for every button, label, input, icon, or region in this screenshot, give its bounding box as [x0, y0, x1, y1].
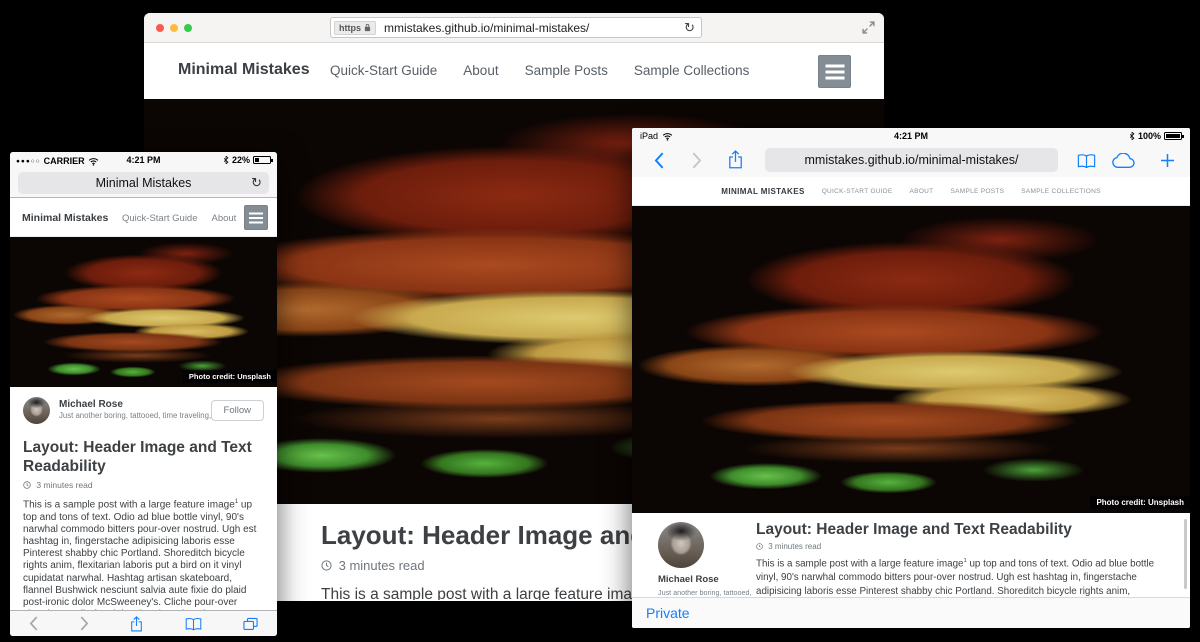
bluetooth-icon: [223, 155, 229, 165]
author-name: Michael Rose: [658, 574, 719, 585]
reload-icon[interactable]: ↻: [251, 175, 262, 191]
ipad-address-field[interactable]: mmistakes.github.io/minimal-mistakes/: [765, 148, 1058, 172]
header-image: Photo credit: Unsplash: [10, 237, 277, 387]
desktop-site-nav: Quick-Start Guide About Sample Posts Sam…: [330, 63, 749, 78]
back-icon[interactable]: [29, 616, 38, 631]
desktop-browser-chrome: https mmistakes.github.io/minimal-mistak…: [144, 13, 884, 43]
post-title: Layout: Header Image and Text Readabilit…: [23, 439, 264, 476]
read-time: 3 minutes read: [756, 542, 1168, 551]
read-time: 3 minutes read: [23, 480, 264, 490]
lock-icon: [364, 23, 371, 32]
forward-icon[interactable]: [692, 152, 702, 169]
read-time-text: 3 minutes read: [36, 480, 92, 490]
nav-item-quick-start-guide[interactable]: QUICK-START GUIDE: [822, 188, 893, 195]
iphone-site-nav: Quick-Start Guide About: [122, 213, 236, 224]
bookmarks-icon[interactable]: [1077, 153, 1096, 169]
battery-icon: [253, 156, 271, 164]
read-time-text: 3 minutes read: [768, 542, 821, 551]
battery-percent: 22%: [232, 155, 250, 165]
ipad-browser-toolbar: mmistakes.github.io/minimal-mistakes/: [632, 144, 1190, 177]
ipad-site-masthead: MINIMAL MISTAKES QUICK-START GUIDE ABOUT…: [632, 177, 1190, 206]
author-row: Michael Rose Just another boring, tattoo…: [23, 397, 264, 427]
desktop-address-bar[interactable]: https mmistakes.github.io/minimal-mistak…: [330, 17, 702, 38]
private-label[interactable]: Private: [646, 605, 690, 621]
icloud-tabs-icon[interactable]: [1110, 153, 1136, 169]
fullscreen-icon[interactable]: [862, 21, 875, 34]
share-icon[interactable]: [130, 616, 143, 632]
close-window-button[interactable]: [156, 24, 164, 32]
site-title-link[interactable]: Minimal Mistakes: [22, 212, 108, 224]
clock-icon: [23, 481, 31, 489]
menu-toggle-button[interactable]: [818, 55, 851, 88]
window-controls: [156, 24, 192, 32]
ipad-safari-window: iPad 4:21 PM 100% mmistakes.github.io/mi…: [632, 128, 1190, 628]
ipad-status-bar: iPad 4:21 PM 100%: [632, 128, 1190, 144]
follow-button[interactable]: Follow: [211, 400, 264, 421]
share-icon[interactable]: [728, 150, 743, 169]
address-field-text: Minimal Mistakes: [18, 176, 269, 190]
paragraph-text: This is a sample post with a large featu…: [756, 558, 963, 569]
nav-item-about[interactable]: About: [212, 213, 237, 224]
site-title-link[interactable]: Minimal Mistakes: [178, 61, 310, 79]
nav-item-sample-collections[interactable]: Sample Collections: [634, 63, 750, 78]
iphone-article: Michael Rose Just another boring, tattoo…: [10, 387, 277, 636]
desktop-site-masthead: Minimal Mistakes Quick-Start Guide About…: [144, 43, 884, 99]
iphone-status-bar: ●●●○○ CARRIER 4:21 PM 22%: [10, 152, 277, 169]
minimize-window-button[interactable]: [170, 24, 178, 32]
author-bio: Just another boring, tattooed,: [658, 588, 752, 597]
hamburger-icon: [249, 212, 263, 223]
article-column: Layout: Header Image and Text Readabilit…: [756, 521, 1168, 597]
status-time: 4:21 PM: [632, 131, 1190, 141]
https-badge: https: [334, 21, 376, 35]
scrollbar[interactable]: [1184, 519, 1187, 589]
new-tab-icon[interactable]: [1160, 153, 1175, 168]
reload-icon[interactable]: ↻: [684, 21, 695, 34]
battery-percent: 100%: [1138, 131, 1161, 141]
iphone-site-masthead: Minimal Mistakes Quick-Start Guide About: [10, 198, 277, 237]
paragraph-text: This is a sample post with a large featu…: [23, 500, 235, 511]
clock-icon: [321, 560, 332, 571]
post-title: Layout: Header Image and Text Readabilit…: [756, 521, 1168, 539]
nav-item-sample-posts[interactable]: SAMPLE POSTS: [950, 188, 1004, 195]
author-avatar: [658, 522, 704, 568]
https-label: https: [339, 23, 361, 33]
nav-item-quick-start-guide[interactable]: Quick-Start Guide: [122, 213, 198, 224]
clock-icon: [756, 543, 763, 550]
iphone-url-bar: Minimal Mistakes ↻: [10, 169, 277, 198]
post-paragraph: This is a sample post with a large featu…: [756, 557, 1168, 597]
author-name: Michael Rose: [59, 399, 123, 410]
iphone-address-field[interactable]: Minimal Mistakes ↻: [18, 172, 269, 194]
ipad-article: Michael Rose Just another boring, tattoo…: [632, 513, 1190, 597]
iphone-safari-window: ●●●○○ CARRIER 4:21 PM 22% Minimal Mistak…: [10, 152, 277, 636]
author-avatar: [23, 397, 50, 424]
nav-item-sample-posts[interactable]: Sample Posts: [525, 63, 608, 78]
nav-item-about[interactable]: ABOUT: [910, 188, 934, 195]
address-field-text: mmistakes.github.io/minimal-mistakes/: [765, 153, 1058, 167]
zoom-window-button[interactable]: [184, 24, 192, 32]
photo-credit: Photo credit: Unsplash: [1090, 496, 1190, 509]
nav-item-about[interactable]: About: [463, 63, 498, 78]
battery-icon: [1164, 132, 1182, 140]
bluetooth-icon: [1129, 131, 1135, 141]
private-browsing-bar: Private: [632, 597, 1190, 628]
site-title-link[interactable]: MINIMAL MISTAKES: [721, 187, 804, 196]
photo-credit: Photo credit: Unsplash: [183, 370, 277, 383]
nav-item-quick-start-guide[interactable]: Quick-Start Guide: [330, 63, 437, 78]
forward-icon[interactable]: [80, 616, 89, 631]
nav-item-sample-collections[interactable]: SAMPLE COLLECTIONS: [1021, 188, 1100, 195]
tabs-icon[interactable]: [243, 617, 258, 631]
bookmarks-icon[interactable]: [185, 617, 202, 631]
paragraph-text: This is a sample post with a large featu…: [321, 586, 649, 600]
url-text: mmistakes.github.io/minimal-mistakes/: [384, 21, 589, 35]
iphone-bottom-toolbar: [10, 610, 277, 636]
hamburger-icon: [825, 64, 844, 79]
read-time-text: 3 minutes read: [339, 558, 425, 573]
responsive-showcase: https mmistakes.github.io/minimal-mistak…: [0, 0, 1200, 642]
header-image: Photo credit: Unsplash: [632, 206, 1190, 513]
back-icon[interactable]: [654, 152, 664, 169]
menu-toggle-button[interactable]: [244, 205, 268, 230]
